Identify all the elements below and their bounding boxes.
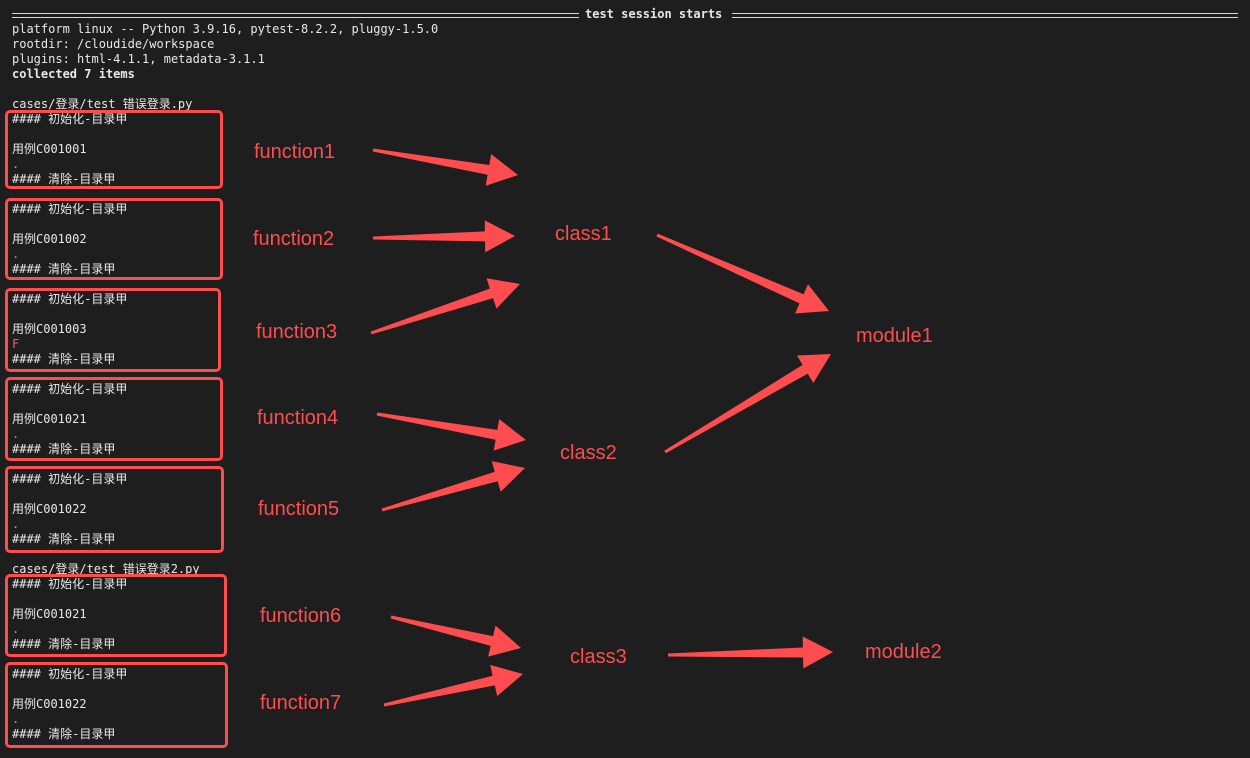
arrow-from-function6 (390, 615, 521, 657)
class1-label: class1 (555, 223, 612, 245)
arrow-from-function4 (376, 412, 526, 451)
arrow-from-function5 (381, 461, 525, 512)
arrow-from-function3 (370, 278, 520, 335)
function6-label: function6 (260, 605, 342, 627)
arrow-from-class1 (656, 233, 829, 314)
arrow-from-class3 (668, 636, 833, 669)
arrow-from-function7 (383, 664, 523, 707)
function5-label: function5 (258, 498, 340, 520)
class3-label: class3 (570, 646, 627, 668)
annotation-arrows (370, 148, 833, 707)
function7-label: function7 (260, 692, 342, 714)
module1-label: module1 (856, 325, 933, 347)
class2-label: class2 (560, 442, 617, 464)
function2-label: function2 (253, 228, 335, 250)
module2-label: module2 (865, 641, 942, 663)
arrow-from-function2 (373, 220, 515, 253)
function1-label: function1 (254, 141, 336, 163)
arrow-from-class2 (664, 354, 831, 454)
arrow-from-function1 (372, 148, 518, 186)
function4-label: function4 (257, 407, 339, 429)
function3-label: function3 (256, 321, 338, 343)
